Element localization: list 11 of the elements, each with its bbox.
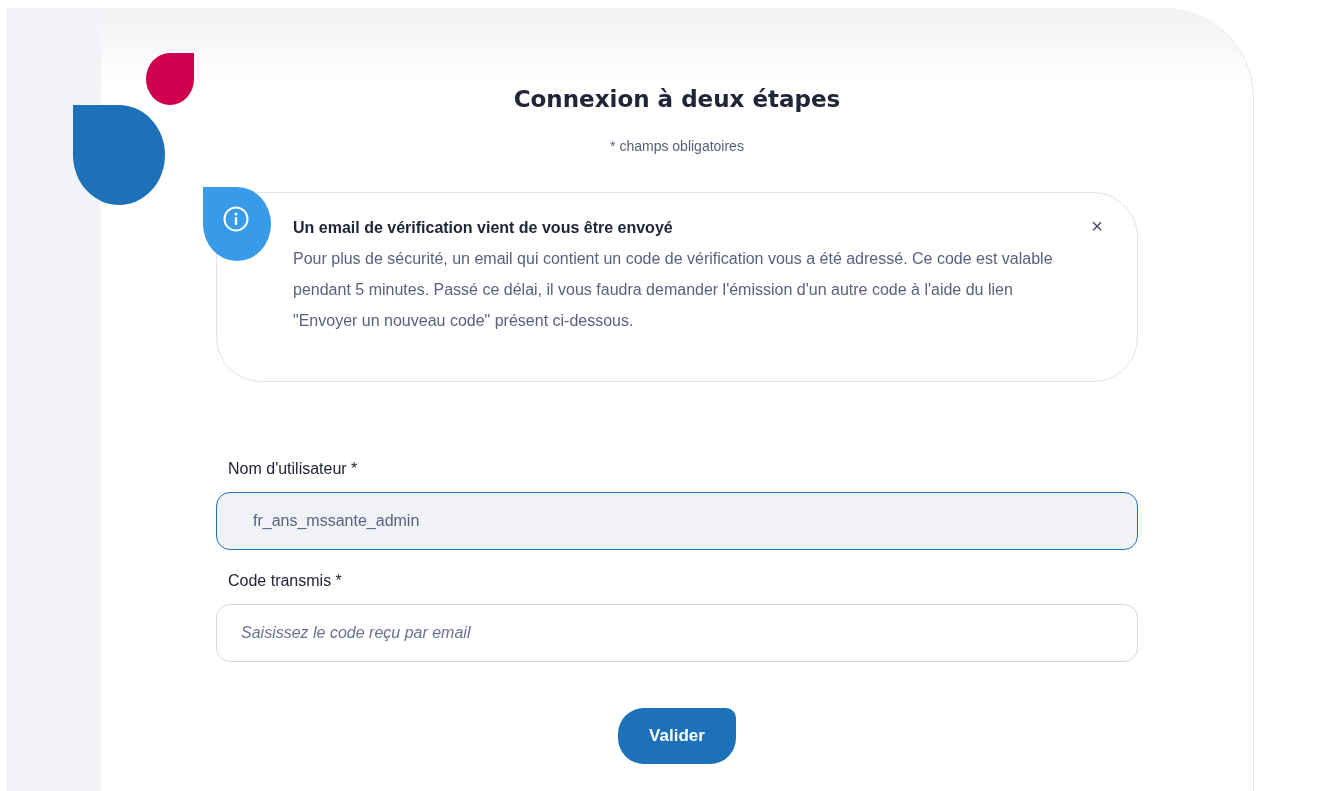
info-icon	[223, 206, 249, 232]
page-title: Connexion à deux étapes	[512, 86, 842, 112]
input-field[interactable]: Saisissez le code reçu par email	[216, 604, 1138, 662]
field-label: Nom d'utilisateur *	[227, 460, 359, 478]
field-label: Code transmis *	[227, 572, 343, 590]
input-field[interactable]: fr_ans_mssante_admin	[216, 492, 1138, 550]
close-button[interactable]: ×	[1087, 215, 1107, 238]
submit-button[interactable]: Valider	[618, 708, 736, 764]
alert-message: Pour plus de sécurité, un email qui contient un code de vérification vous a été adressé. Ce code est valable pendant 5 minutes. Passé ce délai, il vous faudra demander l'émission d'un autre code à l'aide du lien "Envoyer un nouveau code" présent ci-dessous.	[293, 249, 1054, 331]
required-note: * champs obligatoires	[609, 138, 745, 154]
alert-title: Un email de vérification vient de vous être envoyé	[293, 219, 674, 237]
